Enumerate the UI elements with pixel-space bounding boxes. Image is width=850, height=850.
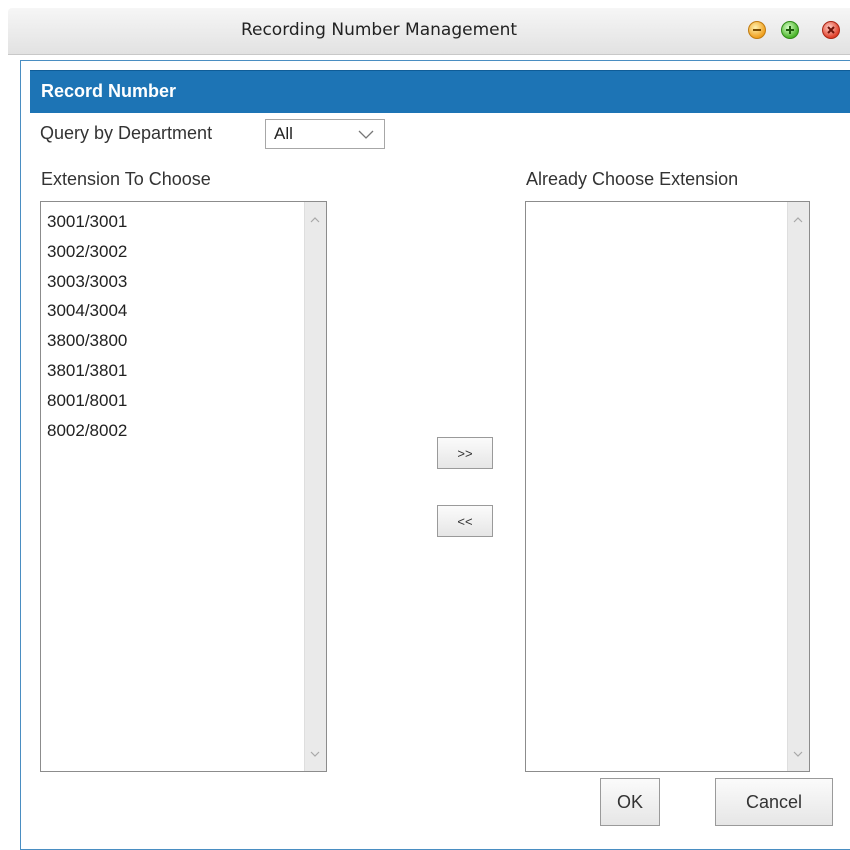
- department-select[interactable]: All: [265, 119, 385, 149]
- list-item[interactable]: 3801/3801: [47, 356, 326, 386]
- maximize-icon[interactable]: [781, 21, 799, 39]
- list-item[interactable]: 3001/3001: [47, 207, 326, 237]
- department-select-value: All: [274, 124, 293, 143]
- section-header: Record Number: [30, 70, 850, 113]
- chosen-list-scrollbar[interactable]: [787, 202, 809, 771]
- add-extension-button[interactable]: >>: [437, 437, 493, 469]
- scroll-up-icon[interactable]: [310, 210, 320, 228]
- scroll-down-icon[interactable]: [793, 745, 803, 763]
- close-icon[interactable]: [822, 21, 840, 39]
- list-item[interactable]: 3004/3004: [47, 296, 326, 326]
- chevron-down-icon: [358, 127, 374, 145]
- window-titlebar: Recording Number Management: [8, 8, 850, 55]
- chosen-extensions-items: [526, 202, 809, 207]
- list-item[interactable]: 8001/8001: [47, 386, 326, 416]
- list-item[interactable]: 3003/3003: [47, 267, 326, 297]
- cancel-button[interactable]: Cancel: [715, 778, 833, 826]
- list-item[interactable]: 8002/8002: [47, 416, 326, 446]
- scroll-down-icon[interactable]: [310, 745, 320, 763]
- available-extensions-list[interactable]: 3001/3001 3002/3002 3003/3003 3004/3004 3800…: [40, 201, 327, 772]
- available-extensions-items: 3001/3001 3002/3002 3003/3003 3004/3004 3800…: [41, 202, 326, 445]
- list-item[interactable]: 3800/3800: [47, 326, 326, 356]
- chosen-extensions-list[interactable]: [525, 201, 810, 772]
- window-title: Recording Number Management: [240, 20, 518, 40]
- minimize-icon[interactable]: [748, 21, 766, 39]
- remove-extension-button[interactable]: <<: [437, 505, 493, 537]
- section-title: Record Number: [41, 81, 177, 101]
- available-extensions-label: Extension To Choose: [41, 169, 211, 189]
- available-list-scrollbar[interactable]: [304, 202, 326, 771]
- department-filter-label: Query by Department: [40, 123, 213, 143]
- chosen-extensions-label: Already Choose Extension: [526, 169, 739, 189]
- ok-button[interactable]: OK: [600, 778, 660, 826]
- list-item[interactable]: 3002/3002: [47, 237, 326, 267]
- scroll-up-icon[interactable]: [793, 210, 803, 228]
